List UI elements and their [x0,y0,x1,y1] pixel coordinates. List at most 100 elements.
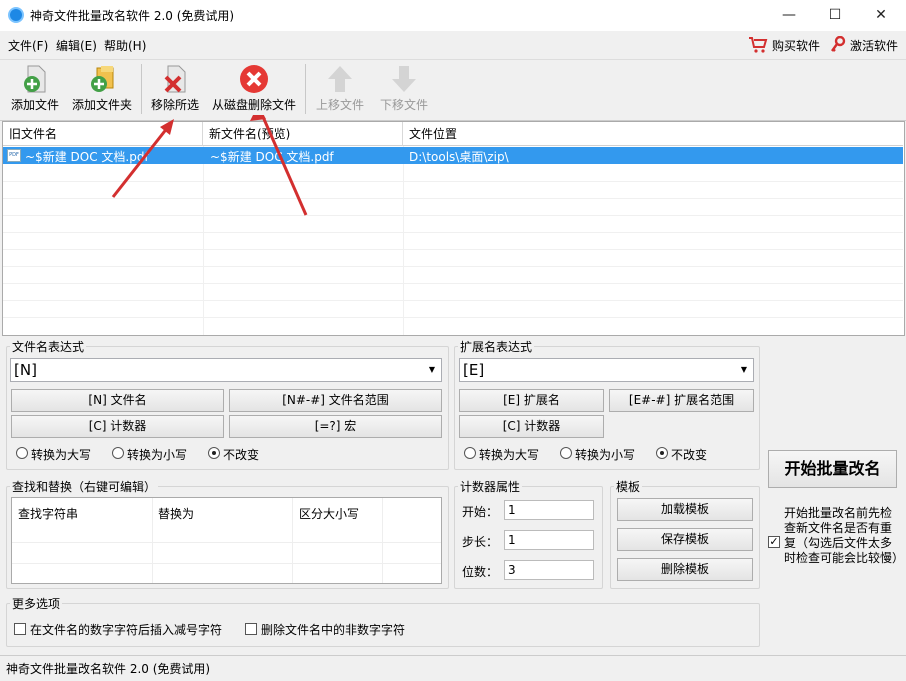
arrow-line [111,126,170,198]
remove-selected-label: 移除所选 [150,98,199,112]
grid-line [3,317,903,318]
grid-divider [292,498,293,583]
column-location[interactable]: 文件位置 [403,122,903,146]
start-rename-button[interactable]: 开始批量改名 [768,450,897,488]
grid-line [3,283,903,284]
arrow-line [260,115,308,216]
row-location: D:\tools\桌面\zip\ [409,150,509,164]
radio-uppercase[interactable] [16,447,28,459]
grid-line [3,249,903,250]
chevron-down-icon: ▼ [740,365,747,374]
column-case-sensitive: 区分大小写 [299,507,360,521]
cart-icon [748,36,768,54]
insert-extension-button[interactable]: [E] 扩展名 [459,389,604,412]
counter-digits-label: 位数： [462,565,499,579]
move-up-button[interactable]: 上移文件 [312,62,368,118]
move-down-button[interactable]: 下移文件 [376,62,432,118]
radio-no-change-label: 不改变 [223,448,260,462]
arrow-down-icon [389,64,419,94]
filename-expression-label: 文件名表达式 [10,338,87,355]
counter-start-label: 开始： [462,505,499,519]
chevron-down-icon: ▼ [428,365,435,374]
grid-divider [152,498,153,583]
add-file-button[interactable]: 添加文件 [6,62,64,118]
menu-help[interactable]: 帮助(H) [104,37,146,54]
save-template-button[interactable]: 保存模板 [617,528,753,551]
template-label: 模板 [614,478,643,495]
ext-radio-uppercase[interactable] [464,447,476,459]
status-text: 神奇文件批量改名软件 2.0 (免费试用) [6,662,211,676]
check-duplicate-checkbox[interactable]: ✓ [768,536,780,548]
menu-edit[interactable]: 编辑(E) [56,37,97,54]
insert-filename-button[interactable]: [N] 文件名 [11,389,224,412]
move-up-label: 上移文件 [315,98,364,112]
arrow-up-icon [325,64,355,94]
grid-divider [403,146,404,335]
window-title: 神奇文件批量改名软件 2.0 (免费试用) [30,9,235,23]
extension-expression-combo[interactable]: [E] ▼ [459,358,754,382]
filename-expression-combo[interactable]: [N] ▼ [10,358,442,382]
add-file-label: 添加文件 [10,98,59,112]
insert-filename-range-button[interactable]: [N#-#] 文件名范围 [229,389,442,412]
extension-expression-value: [E] [463,361,485,379]
more-options-label: 更多选项 [10,595,63,612]
grid-line [12,542,441,543]
counter-label: 计数器属性 [458,478,523,495]
delete-template-button[interactable]: 删除模板 [617,558,753,581]
filename-expression-value: [N] [14,361,37,379]
delete-from-disk-button[interactable]: 从磁盘删除文件 [208,62,300,118]
insert-ext-counter-button[interactable]: [C] 计数器 [459,415,604,438]
ext-radio-uppercase-label: 转换为大写 [479,448,540,462]
add-file-icon [20,64,50,94]
insert-counter-button[interactable]: [C] 计数器 [11,415,224,438]
insert-hyphen-label: 在文件名的数字字符后插入减号字符 [30,623,223,637]
toolbar-separator [305,64,306,114]
column-find: 查找字符串 [18,507,79,521]
maximize-button[interactable]: ☐ [812,0,858,31]
column-replace: 替换为 [158,507,195,521]
grid-line [3,300,903,301]
insert-macro-button[interactable]: [=?] 宏 [229,415,442,438]
insert-extension-range-button[interactable]: [E#-#] 扩展名范围 [609,389,754,412]
remove-nondigit-label: 删除文件名中的非数字字符 [261,623,406,637]
ext-radio-no-change-label: 不改变 [671,448,708,462]
ext-radio-no-change[interactable] [656,447,668,459]
check-duplicate-label: 开始批量改名前先检查新文件名是否有重复（勾选后文件太多时检查可能会比较慢） [784,506,905,565]
grid-divider [382,498,383,583]
load-template-button[interactable]: 加载模板 [617,498,753,521]
counter-start-input[interactable]: 1 [504,500,594,520]
close-button[interactable]: ✕ [858,0,904,31]
remove-selected-button[interactable]: 移除所选 [146,62,204,118]
grid-line [3,266,903,267]
find-replace-label: 查找和替换（右键可编辑） [10,478,159,495]
grid-line [12,563,441,564]
radio-lowercase[interactable] [112,447,124,459]
menu-file[interactable]: 文件(F) [8,37,48,54]
radio-no-change[interactable] [208,447,220,459]
key-icon [830,35,846,54]
minimize-button[interactable]: — [766,0,812,31]
delete-circle-icon [239,64,269,94]
remove-file-icon [160,64,190,94]
app-icon [8,7,24,23]
add-folder-button[interactable]: 添加文件夹 [68,62,136,118]
add-folder-label: 添加文件夹 [71,98,132,112]
radio-lowercase-label: 转换为小写 [127,448,188,462]
delete-from-disk-label: 从磁盘删除文件 [211,98,296,112]
insert-hyphen-checkbox[interactable] [14,623,26,635]
activate-software-link[interactable]: 激活软件 [850,37,898,54]
extension-expression-label: 扩展名表达式 [458,338,535,355]
counter-step-input[interactable]: 1 [504,530,594,550]
annotation-arrows [111,115,308,216]
remove-nondigit-checkbox[interactable] [245,623,257,635]
pdf-file-icon: PDF [7,149,21,162]
counter-digits-input[interactable]: 3 [504,560,594,580]
ext-radio-lowercase-label: 转换为小写 [575,448,636,462]
buy-software-link[interactable]: 购买软件 [772,37,820,54]
add-folder-icon [87,64,117,94]
grid-line [3,232,903,233]
radio-uppercase-label: 转换为大写 [31,448,92,462]
move-down-label: 下移文件 [379,98,428,112]
counter-step-label: 步长： [462,535,499,549]
ext-radio-lowercase[interactable] [560,447,572,459]
